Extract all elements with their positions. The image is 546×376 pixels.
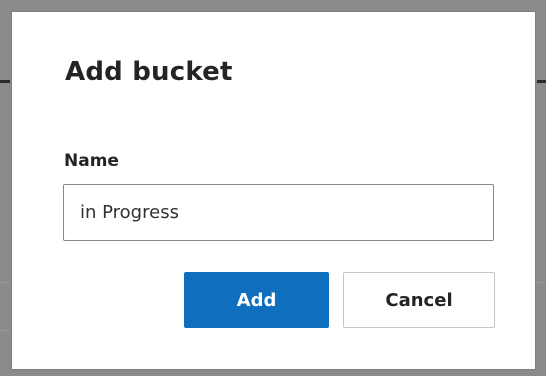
background-mark [537,80,546,83]
add-button[interactable]: Add [184,272,329,328]
background-divider [0,330,10,331]
name-field-label: Name [64,151,119,171]
add-bucket-dialog: Add bucket Name Add Cancel [12,12,535,369]
background-divider [537,282,546,283]
dialog-title: Add bucket [65,57,233,87]
cancel-button[interactable]: Cancel [343,272,495,328]
background-mark [0,80,10,83]
bucket-name-input[interactable] [63,184,494,241]
background-divider [0,282,10,283]
